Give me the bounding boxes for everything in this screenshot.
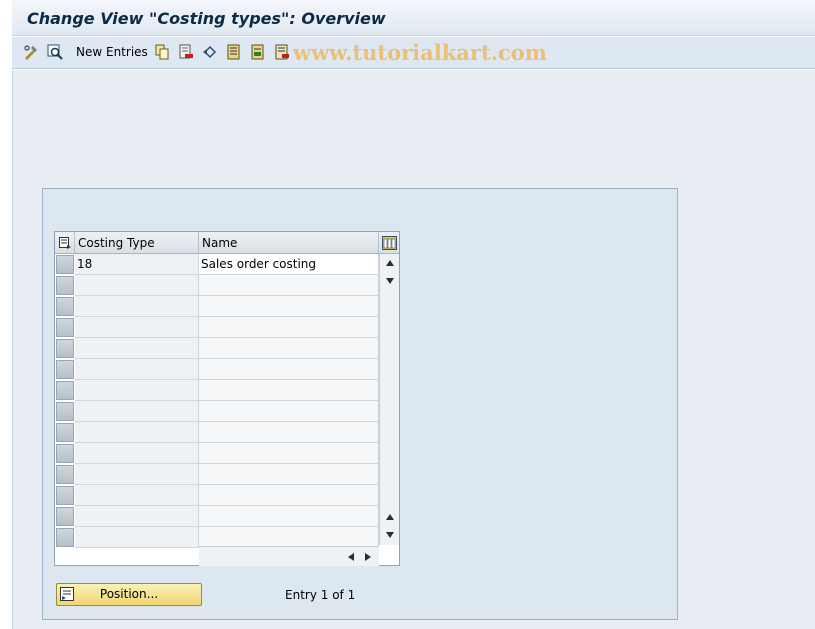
scroll-left-icon[interactable] [344, 550, 358, 564]
cell-costing-type[interactable] [75, 401, 199, 422]
select-all-icon[interactable] [225, 44, 243, 60]
cell-costing-type[interactable] [75, 380, 199, 401]
scroll-up-icon[interactable] [383, 256, 397, 270]
page-up-icon[interactable] [383, 510, 397, 524]
cell-name[interactable]: Sales order costing [199, 254, 379, 275]
row-selector[interactable] [56, 276, 74, 295]
watermark-text: www.tutorialkart.com [293, 40, 547, 65]
scroll-right-icon[interactable] [361, 550, 375, 564]
horizontal-scrollbar[interactable] [199, 546, 379, 566]
row-selector[interactable] [56, 318, 74, 337]
row-selector[interactable] [56, 486, 74, 505]
row-selector[interactable] [56, 381, 74, 400]
select-block-icon[interactable] [249, 44, 267, 60]
row-selector[interactable] [56, 444, 74, 463]
cell-name[interactable] [199, 296, 379, 317]
cell-costing-type[interactable] [75, 485, 199, 506]
cell-costing-type[interactable] [75, 275, 199, 296]
cell-name[interactable] [199, 464, 379, 485]
column-header-name[interactable]: Name [199, 232, 379, 254]
row-selector[interactable] [56, 423, 74, 442]
row-selector[interactable] [56, 528, 74, 547]
cell-name[interactable] [199, 443, 379, 464]
cell-costing-type[interactable] [75, 527, 199, 548]
cell-costing-type[interactable] [75, 506, 199, 527]
page-title: Change View "Costing types": Overview [27, 9, 386, 28]
entry-count: Entry 1 of 1 [285, 588, 356, 602]
cell-name[interactable] [199, 338, 379, 359]
select-all-rows-icon[interactable] [55, 232, 75, 254]
row-selector[interactable] [56, 402, 74, 421]
row-selector[interactable] [56, 255, 74, 274]
cell-costing-type[interactable] [75, 359, 199, 380]
position-button[interactable]: Position... [56, 583, 202, 606]
row-selector[interactable] [56, 360, 74, 379]
vertical-scrollbar[interactable] [379, 254, 399, 545]
title-bar: Change View "Costing types": Overview [12, 0, 815, 36]
column-header-costing-type[interactable]: Costing Type [75, 232, 199, 254]
cell-costing-type[interactable] [75, 422, 199, 443]
position-button-label: Position... [99, 587, 159, 601]
row-selector[interactable] [56, 339, 74, 358]
cell-name[interactable] [199, 485, 379, 506]
cell-name[interactable] [199, 380, 379, 401]
page-down-icon[interactable] [383, 274, 397, 288]
cell-costing-type[interactable] [75, 338, 199, 359]
cell-name[interactable] [199, 317, 379, 338]
delete-icon[interactable] [177, 44, 195, 60]
deselect-all-icon[interactable] [273, 44, 291, 60]
cell-name[interactable] [199, 275, 379, 296]
display-change-icon[interactable] [22, 44, 40, 60]
row-selector[interactable] [56, 507, 74, 526]
cell-name[interactable] [199, 527, 379, 548]
table-settings-icon[interactable] [379, 232, 399, 254]
undo-icon[interactable] [201, 44, 219, 60]
cell-name[interactable] [199, 422, 379, 443]
cell-name[interactable] [199, 359, 379, 380]
cell-costing-type[interactable]: 18 [75, 254, 199, 275]
position-icon [60, 587, 75, 602]
new-entries-button[interactable]: New Entries [76, 45, 148, 59]
scroll-down-icon[interactable] [383, 528, 397, 542]
copy-icon[interactable] [153, 44, 171, 60]
cell-name[interactable] [199, 401, 379, 422]
costing-types-table: Costing Type Name 18 Sales order costing [54, 231, 400, 566]
row-selector[interactable] [56, 465, 74, 484]
cell-costing-type[interactable] [75, 443, 199, 464]
cell-name[interactable] [199, 506, 379, 527]
row-selector[interactable] [56, 297, 74, 316]
cell-costing-type[interactable] [75, 296, 199, 317]
cell-costing-type[interactable] [75, 317, 199, 338]
details-icon[interactable] [46, 44, 64, 60]
cell-costing-type[interactable] [75, 464, 199, 485]
